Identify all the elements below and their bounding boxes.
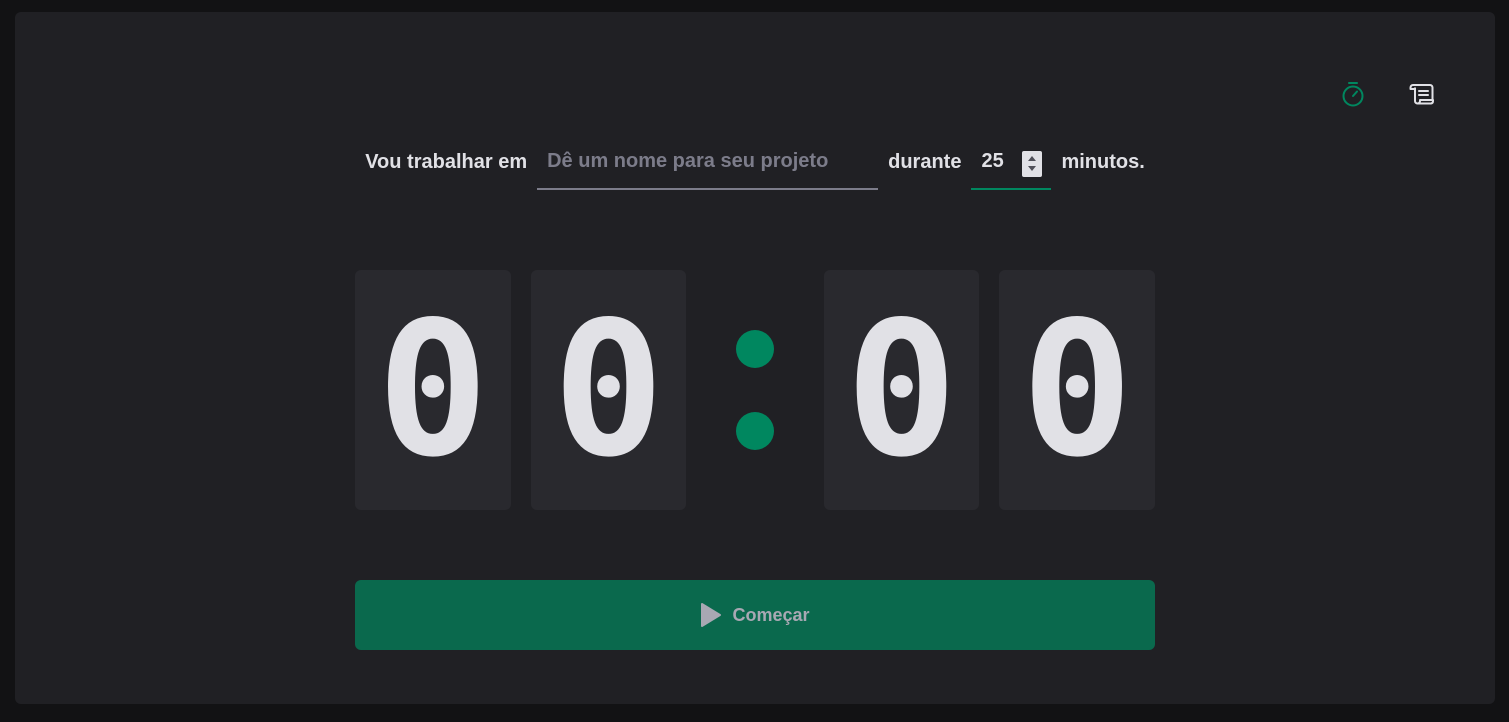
nav-timer-button[interactable] (1335, 76, 1371, 112)
seconds-ones-digit: 0 (999, 270, 1155, 510)
start-countdown-button[interactable]: Começar (355, 580, 1155, 650)
stepper-down-icon[interactable] (1028, 166, 1037, 171)
start-button-label: Começar (732, 604, 810, 625)
timer-icon (1342, 82, 1364, 107)
nav-history-button[interactable] (1404, 76, 1440, 112)
countdown-separator (706, 270, 803, 510)
minutes-value: 25 (981, 150, 1004, 172)
app-container: Vou trabalhar em durante 25 minutos. 0 0… (15, 12, 1495, 704)
header-nav (1335, 76, 1440, 112)
separator-dot-top (735, 330, 774, 368)
task-form: Vou trabalhar em durante 25 minutos. (355, 132, 1155, 192)
play-icon (701, 603, 722, 627)
minutes-amount-input[interactable]: 25 (971, 134, 1052, 190)
minutes-stepper[interactable] (1022, 151, 1043, 177)
duration-label: durante (888, 150, 962, 173)
minutes-ones-digit: 0 (530, 270, 687, 510)
task-input[interactable] (537, 134, 879, 190)
stepper-up-icon[interactable] (1028, 156, 1037, 161)
pomodoro-content: Vou trabalhar em durante 25 minutos. 0 0… (355, 132, 1155, 650)
separator-dot-bottom (735, 412, 774, 450)
minutes-tens-digit: 0 (355, 270, 511, 510)
countdown-display: 0 0 0 0 (355, 270, 1155, 510)
seconds-tens-digit: 0 (823, 270, 980, 510)
task-label: Vou trabalhar em (365, 150, 528, 173)
minutes-unit-label: minutos. (1061, 150, 1145, 173)
scroll-icon (1409, 84, 1434, 105)
